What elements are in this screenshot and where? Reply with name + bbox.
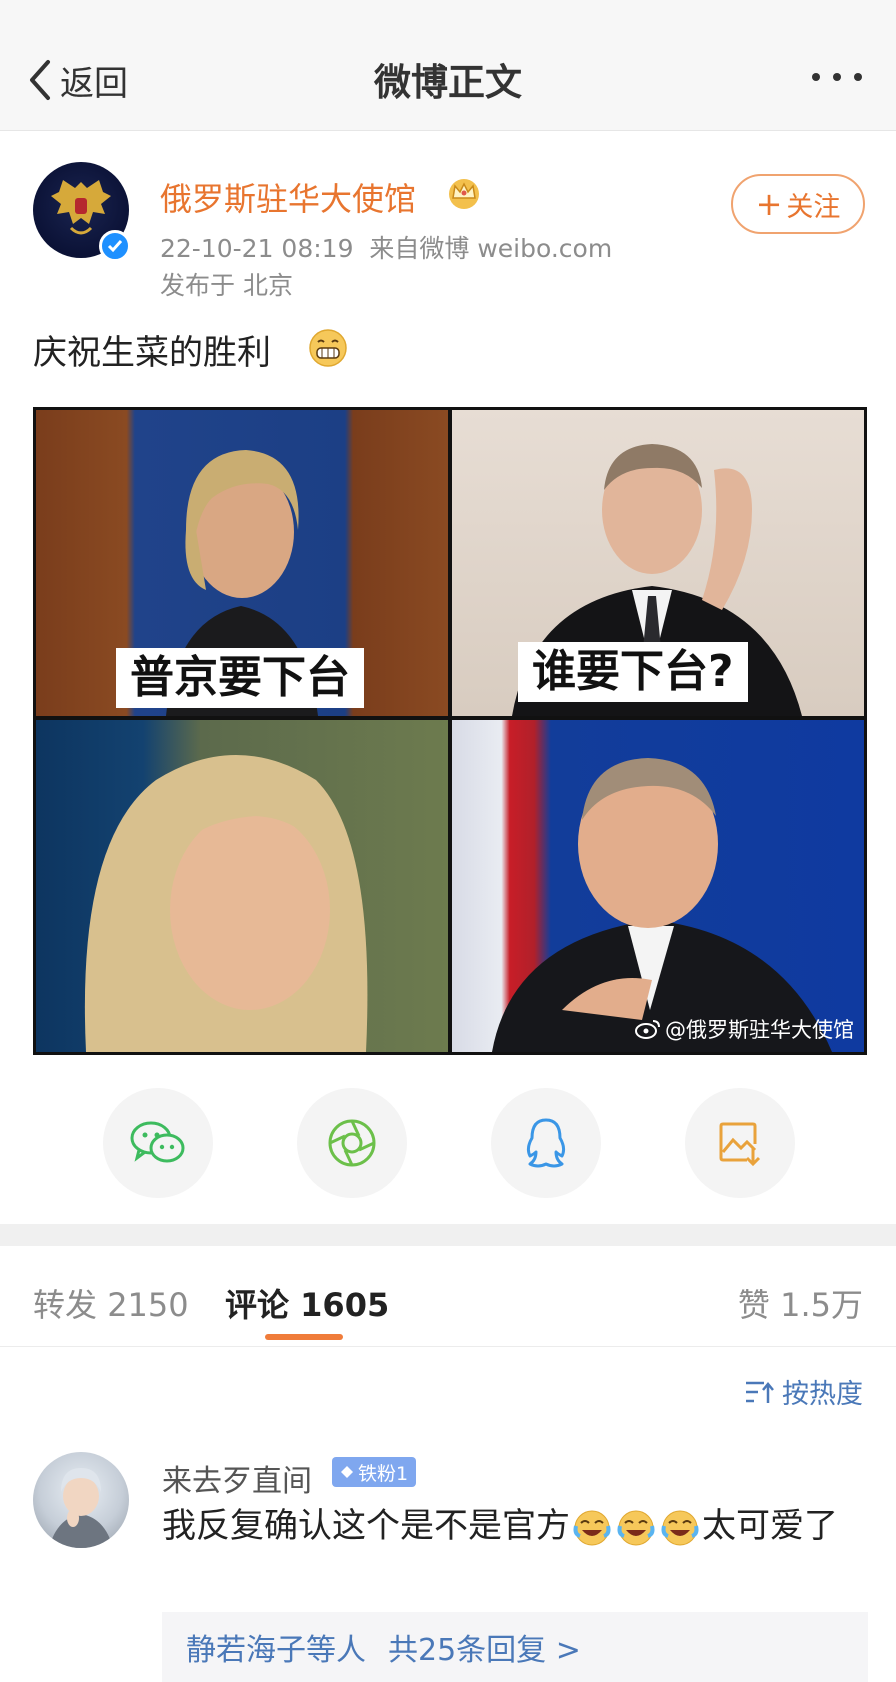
person-figure-icon	[84, 755, 368, 1052]
sort-label: 按热度	[782, 1379, 863, 1410]
fan-badge: 铁粉1	[332, 1457, 417, 1487]
meme-caption-left: 普京要下台	[116, 648, 364, 708]
post-location: 发布于 北京	[160, 271, 293, 300]
post-image[interactable]: 普京要下台 谁要下台? @俄罗斯驻华大使馆	[33, 407, 867, 1055]
more-options-icon[interactable]	[812, 66, 868, 92]
wechat-icon	[130, 1121, 185, 1163]
view-replies-link[interactable]: 静若海子等人 共25条回复 >	[162, 1612, 868, 1682]
tab-likes[interactable]: 赞 1.5万	[738, 1280, 863, 1326]
post-timestamp: 22-10-21 08:19 来自微博 weibo.com	[160, 234, 613, 263]
page-title: 微博正文	[374, 61, 522, 104]
meme-caption-right: 谁要下台?	[518, 642, 748, 702]
sort-by-hot-button[interactable]: 按热度	[744, 1372, 863, 1411]
post-text: 庆祝生菜的胜利	[33, 333, 271, 373]
person-figure-icon	[492, 758, 832, 1052]
share-moments-button[interactable]	[297, 1088, 407, 1198]
image-watermark: @俄罗斯驻华大使馆	[635, 1014, 854, 1044]
person-figure-icon	[49, 1468, 113, 1548]
chevron-left-icon	[30, 60, 50, 100]
meme-panel-top-left: 普京要下台	[36, 410, 448, 716]
share-row	[0, 1088, 896, 1198]
top-nav-bar: 返回 微博正文	[0, 0, 896, 131]
meme-panel-bottom-left	[36, 720, 448, 1052]
laugh-cry-emoji-icon	[617, 1510, 655, 1545]
active-tab-indicator	[265, 1334, 343, 1340]
crown-icon	[449, 179, 479, 209]
save-image-icon	[719, 1122, 761, 1167]
back-button[interactable]: 返回	[26, 52, 128, 108]
weibo-logo-icon	[635, 1020, 660, 1039]
tab-comments[interactable]: 评论 1605	[225, 1280, 389, 1326]
diamond-icon	[341, 1466, 353, 1478]
share-wechat-button[interactable]	[103, 1088, 213, 1198]
meme-panel-bottom-right: @俄罗斯驻华大使馆	[452, 720, 864, 1052]
laugh-cry-emoji-icon	[573, 1510, 611, 1545]
sort-icon	[746, 1381, 774, 1403]
follow-button[interactable]: + 关注	[731, 174, 865, 234]
verified-badge-icon	[99, 230, 131, 262]
tab-repost[interactable]: 转发 2150	[33, 1280, 189, 1326]
share-qq-button[interactable]	[491, 1088, 601, 1198]
save-image-button[interactable]	[685, 1088, 795, 1198]
author-name[interactable]: 俄罗斯驻华大使馆	[160, 174, 416, 220]
meme-panel-top-right: 谁要下台?	[452, 410, 864, 716]
laugh-cry-emoji-icon	[661, 1510, 699, 1545]
commenter-avatar[interactable]	[33, 1452, 129, 1548]
interaction-tabs: 转发 2150 评论 1605 赞 1.5万	[0, 1246, 896, 1347]
back-label: 返回	[60, 63, 128, 104]
comment-text: 我反复确认这个是不是官方 太可爱了	[162, 1506, 838, 1546]
replies-count: 共25条回复 >	[388, 1633, 581, 1668]
qq-icon	[526, 1118, 566, 1168]
section-divider	[0, 1224, 896, 1246]
replies-users: 静若海子等人	[186, 1633, 366, 1668]
commenter-name[interactable]: 来去歹直间	[162, 1456, 312, 1500]
grin-emoji-icon	[309, 329, 347, 367]
moments-icon	[328, 1119, 376, 1167]
plus-icon: +	[755, 185, 783, 223]
follow-label: 关注	[786, 191, 841, 223]
